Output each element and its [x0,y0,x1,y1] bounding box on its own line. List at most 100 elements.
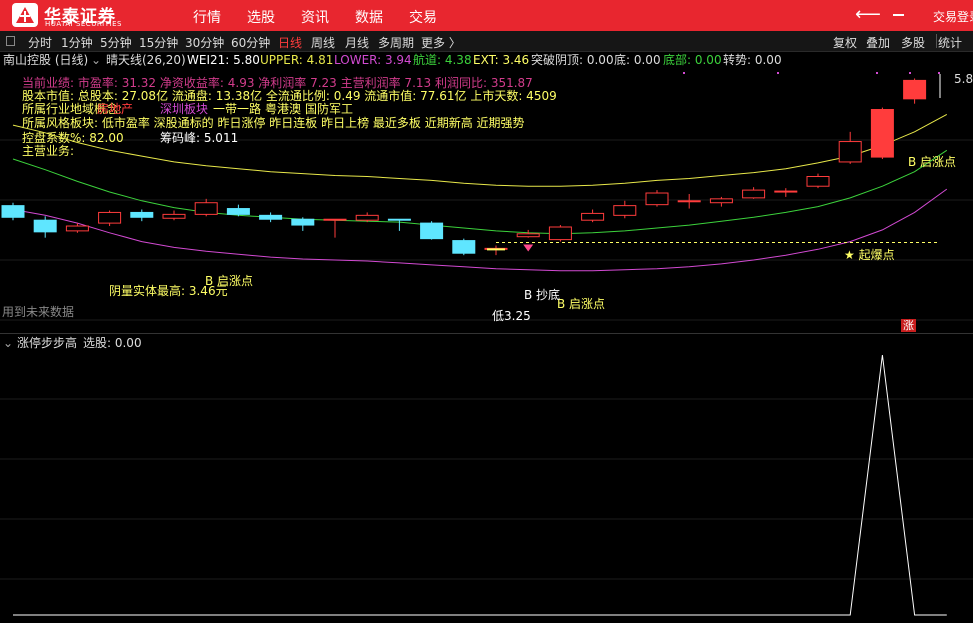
ext-value: EXT: 3.46 [473,53,530,67]
explode-point-label: ★ 起爆点 [844,248,895,262]
wei21-value: WEI21: 5.80 [187,53,260,67]
candle-up [838,141,862,163]
trade-login-button[interactable]: 交易登录 [933,8,973,25]
chip-peak: 筹码峰: 5.011 [160,131,239,145]
start-point-label-3: B 启涨点 [908,155,957,169]
period-30min[interactable]: 30分钟 [185,34,224,51]
candle-up [709,198,733,204]
candle-up [581,212,605,221]
candle-up [903,79,927,100]
period-toolbar: 分时 1分钟 5分钟 15分钟 30分钟 60分钟 日线 周线 月线 多周期 更… [0,31,973,52]
minimize-icon[interactable] [893,14,904,16]
indicator-name[interactable]: 晴天线(26,20) [106,53,186,68]
period-weekly[interactable]: 周线 [311,34,335,51]
kline-chart[interactable]: 南山控股 (日线) ⌄ 晴天线(26,20) WEI21: 5.80 UPPER… [0,52,973,333]
future-data-note: 用到未来数据 [2,305,75,319]
channel-line [12,149,948,235]
candle-up [355,214,379,221]
sub-indicator-line [13,354,947,616]
candle-up [162,213,186,219]
candle-down [130,211,154,218]
candle-up [645,192,669,206]
candle-up [323,218,347,221]
candle-up [98,211,122,224]
sub-indicator-value: 选股: 0.00 [83,336,142,350]
top-bar: 华泰证券 HUATAI SECURITIES 行情 选股 资讯 数据 交易 ⟵ … [0,0,973,31]
sub-indicator-settings-icon[interactable]: ⌄ [3,336,13,351]
concept-shenzhen[interactable]: 深圳板块 [160,102,208,117]
sub-indicator-header: ⌄ 涨停步步高 选股: 0.00 [0,333,973,351]
candle-down [420,222,444,240]
start-point-label-1: B 启涨点 [205,274,254,288]
candle-up [65,225,89,232]
candle-up [613,205,637,216]
concept-overlap: 房地产 [97,102,134,116]
multi-stock-button[interactable]: 多股 [901,34,925,51]
signal-dot [683,72,685,74]
candle-up [742,189,766,199]
candle-up [548,226,572,241]
candle-up [677,200,701,203]
concept-gba[interactable]: 粤港澳 [265,102,301,117]
period-more[interactable]: 更多 〉 [421,34,461,51]
statistics-button[interactable]: 统计 [936,34,962,51]
nav-news[interactable]: 资讯 [301,7,329,27]
period-5min[interactable]: 5分钟 [100,34,132,51]
adjust-button[interactable]: 复权 [833,34,857,51]
main-business: 主营业务: [22,144,75,158]
candle-down [33,219,57,233]
huatai-logo-icon [12,3,38,27]
sub-indicator-chart[interactable] [0,351,973,623]
period-multi[interactable]: 多周期 [378,34,414,51]
nav-data[interactable]: 数据 [355,7,383,27]
nav-trade[interactable]: 交易 [409,7,437,27]
period-15min[interactable]: 15分钟 [139,34,178,51]
period-monthly[interactable]: 月线 [345,34,369,51]
candle-down [387,218,411,221]
period-daily[interactable]: 日线 [278,34,302,51]
sub-indicator-title[interactable]: 涨停步步高 [17,336,77,351]
overlay-button[interactable]: 叠加 [866,34,890,51]
low-price-label: 低3.25 [492,309,531,323]
period-timeshare[interactable]: 分时 [28,34,52,51]
candle-down [259,214,283,220]
brand-name-en: HUATAI SECURITIES [45,20,122,28]
turn-value: 转势: 0.00 [723,53,782,67]
candle-up [806,176,830,187]
candle-up [774,190,798,193]
bottom-pick-label: B 抄底 [524,288,561,302]
bottom-part-value: 底部: 0.00 [663,53,722,67]
breakout-value: 突破阴顶: 0.00 [531,53,614,67]
candle-down [291,218,315,226]
signal-dot [938,72,940,74]
candle-up [516,233,540,238]
nav-stock-picker[interactable]: 选股 [247,7,275,27]
concept-defense[interactable]: 国防军工 [305,102,353,117]
style-line: 所属风格板块: 低市盈率 深股通标的 昨日涨停 昨日连板 昨日上榜 最近多板 近… [22,116,525,130]
bottom-value: 底: 0.00 [614,53,661,67]
signal-dot [876,72,878,74]
period-60min[interactable]: 60分钟 [231,34,270,51]
arrow-left-icon[interactable]: ⟵ [855,4,881,25]
lower-value: LOWER: 3.94 [334,53,412,67]
candle-down [226,208,250,215]
stock-title: 南山控股 (日线) [3,53,89,67]
indicator-settings-icon[interactable]: ⌄ [91,53,101,68]
period-1min[interactable]: 1分钟 [61,34,93,51]
limit-up-badge: 涨 [901,319,916,332]
start-point-label-2: B 启涨点 [557,297,606,311]
candle-up [194,202,218,215]
upper-value: UPPER: 4.81 [260,53,334,67]
concept-belt-road[interactable]: 一带一路 [213,102,261,117]
signal-dot [777,72,779,74]
price-max-label: 5.8 [954,72,973,86]
nav-quotes[interactable]: 行情 [193,7,221,27]
signal-dot [909,72,911,74]
bottom-pick-marker [523,244,534,252]
sub-indicator-svg [0,354,973,616]
channel-value: 航道: 4.38 [413,53,472,67]
candle-up [870,109,894,158]
candle-down [452,240,476,254]
candle-down [1,205,25,218]
panel-toggle-icon[interactable] [6,36,15,46]
